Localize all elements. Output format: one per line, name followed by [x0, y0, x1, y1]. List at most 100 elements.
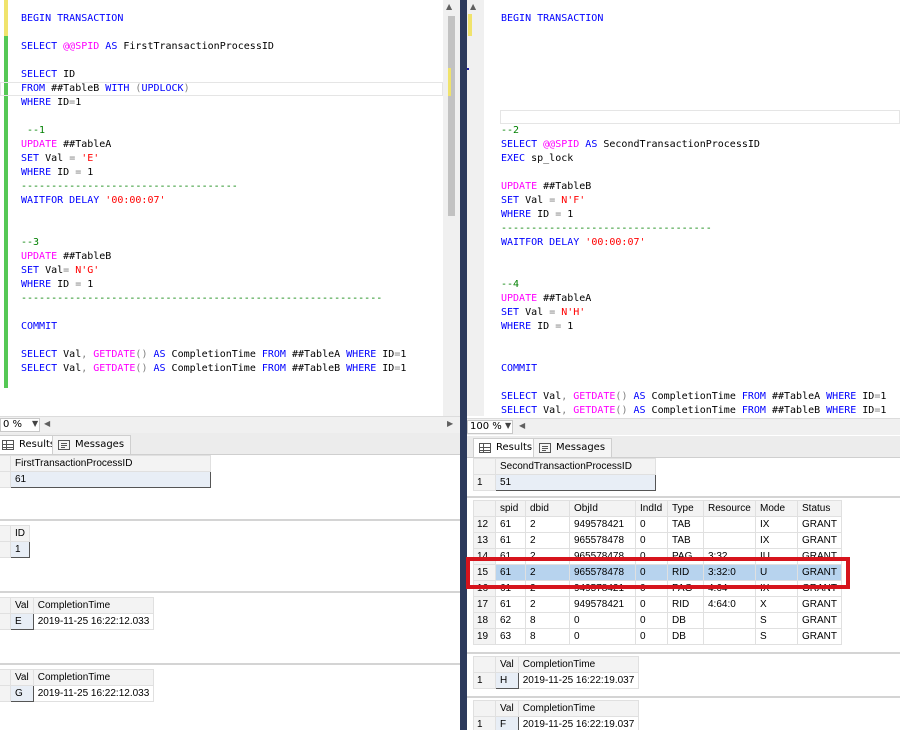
table-row[interactable]: 1 51 — [473, 474, 656, 491]
column-header[interactable]: CompletionTime — [32, 669, 155, 686]
grid-cell[interactable]: 2 — [525, 516, 570, 533]
grid-cell[interactable] — [703, 628, 756, 645]
grid-cell[interactable]: 61 — [495, 516, 526, 533]
grid-cell[interactable]: 0 — [569, 628, 636, 645]
row-number[interactable]: 1 — [0, 685, 11, 702]
row-number[interactable]: 19 — [473, 628, 496, 645]
row-number[interactable]: 1 — [473, 672, 496, 689]
grid-cell[interactable]: 949578421 — [569, 596, 636, 613]
grid-cell[interactable]: 3:32 — [703, 548, 756, 565]
scroll-right-arrow-icon[interactable]: ▶ — [447, 419, 453, 428]
spid-result-grid[interactable]: SecondTransactionProcessID 1 51 — [473, 458, 656, 491]
row-number[interactable]: 12 — [473, 516, 496, 533]
table-row[interactable]: 12 61 2 949578421 0 TAB IX GRANT — [473, 516, 842, 533]
column-header[interactable]: ObjId — [569, 500, 636, 517]
column-header[interactable]: spid — [495, 500, 526, 517]
grid-corner[interactable] — [473, 458, 496, 475]
grid-cell[interactable]: GRANT — [797, 548, 842, 565]
column-header[interactable]: Val — [495, 700, 519, 717]
grid-cell[interactable]: 0 — [569, 612, 636, 629]
grid-cell[interactable]: TAB — [667, 516, 704, 533]
grid-cell[interactable] — [703, 516, 756, 533]
table-row[interactable]: 1 F 2019-11-25 16:22:19.037 — [473, 716, 640, 730]
column-header[interactable]: dbid — [525, 500, 570, 517]
chevron-down-icon[interactable]: ▼ — [32, 419, 38, 428]
grid-corner[interactable] — [473, 500, 496, 517]
grid-cell[interactable]: 2 — [525, 532, 570, 549]
grid-cell[interactable]: 61 — [495, 564, 526, 581]
table-row[interactable]: 161 — [0, 471, 211, 488]
grid-cell[interactable]: 2 — [525, 564, 570, 581]
column-header[interactable]: CompletionTime — [32, 597, 155, 614]
left-query-editor[interactable]: BEGIN TRANSACTION SELECT @@SPID AS First… — [0, 0, 460, 416]
result-grid[interactable]: ValCompletionTime1G2019-11-25 16:22:12.0… — [0, 669, 155, 702]
scrollbar-thumb[interactable] — [448, 16, 455, 216]
grid-cell[interactable]: 3:32:0 — [703, 564, 756, 581]
grid-cell[interactable]: 2019-11-25 16:22:12.033 — [32, 613, 155, 630]
grid-corner[interactable] — [473, 656, 496, 673]
grid-cell[interactable]: 0 — [635, 628, 668, 645]
result-grid[interactable]: ValCompletionTime1E2019-11-25 16:22:12.0… — [0, 597, 155, 630]
scroll-left-arrow-icon[interactable]: ◀ — [44, 419, 50, 428]
chevron-down-icon[interactable]: ▼ — [505, 421, 511, 430]
grid-corner[interactable] — [0, 669, 11, 686]
tab-results[interactable]: Results — [473, 438, 540, 457]
tab-messages[interactable]: Messages — [52, 435, 132, 454]
result-grid[interactable]: ID11 — [0, 525, 30, 558]
grid-cell[interactable]: 0 — [635, 580, 668, 597]
grid-cell[interactable]: 8 — [525, 628, 570, 645]
grid-divider[interactable] — [0, 591, 460, 593]
row-number[interactable]: 14 — [473, 548, 496, 565]
table-row[interactable]: 13 61 2 965578478 0 TAB IX GRANT — [473, 532, 842, 549]
grid-cell[interactable] — [703, 532, 756, 549]
grid-cell[interactable]: TAB — [667, 532, 704, 549]
column-header[interactable]: CompletionTime — [517, 656, 640, 673]
grid-cell[interactable]: 949578421 — [569, 580, 636, 597]
grid-cell[interactable]: F — [495, 716, 519, 730]
grid-corner[interactable] — [473, 700, 496, 717]
grid-corner[interactable] — [0, 597, 11, 614]
grid-cell[interactable]: 62 — [495, 612, 526, 629]
grid-cell[interactable]: 0 — [635, 612, 668, 629]
grid-corner[interactable] — [0, 455, 11, 472]
grid-cell[interactable]: GRANT — [797, 612, 842, 629]
grid-cell[interactable]: S — [755, 612, 798, 629]
table-row[interactable]: 14 61 2 965578478 0 PAG 3:32 IU GRANT — [473, 548, 842, 565]
grid-cell[interactable]: GRANT — [797, 516, 842, 533]
grid-cell[interactable]: 1 — [10, 541, 30, 558]
grid-cell[interactable]: 965578478 — [569, 564, 636, 581]
grid-divider[interactable] — [0, 663, 460, 665]
lock-result-grid[interactable]: spid dbid ObjId IndId Type Resource Mode Status… — [473, 500, 842, 645]
grid-cell[interactable]: 61 — [495, 596, 526, 613]
grid-cell[interactable]: PAG — [667, 548, 704, 565]
column-header[interactable]: Val — [10, 597, 34, 614]
grid-cell[interactable]: G — [10, 685, 34, 702]
table-row[interactable]: 11 — [0, 541, 30, 558]
grid-cell[interactable]: IU — [755, 548, 798, 565]
grid-cell[interactable]: 61 — [495, 532, 526, 549]
column-header[interactable]: FirstTransactionProcessID — [10, 455, 211, 472]
row-number[interactable]: 15 — [473, 564, 496, 581]
grid-cell[interactable]: 965578478 — [569, 532, 636, 549]
grid-cell[interactable]: S — [755, 628, 798, 645]
table-row[interactable]: 1G2019-11-25 16:22:12.033 — [0, 685, 155, 702]
row-number[interactable]: 13 — [473, 532, 496, 549]
grid-cell[interactable]: X — [755, 596, 798, 613]
column-header[interactable]: SecondTransactionProcessID — [495, 458, 656, 475]
grid-corner[interactable] — [0, 525, 11, 542]
grid-cell[interactable]: 63 — [495, 628, 526, 645]
table-row[interactable]: 15 61 2 965578478 0 RID 3:32:0 U GRANT — [473, 564, 842, 581]
grid-cell[interactable]: GRANT — [797, 580, 842, 597]
grid-cell[interactable]: 0 — [635, 564, 668, 581]
result-grid[interactable]: Val CompletionTime 1 H 2019-11-25 16:22:19.0… — [473, 656, 640, 689]
column-header[interactable]: CompletionTime — [517, 700, 640, 717]
grid-cell[interactable]: RID — [667, 564, 704, 581]
column-header[interactable]: ID — [10, 525, 30, 542]
editor-left-scrollbar[interactable]: ▲ — [467, 0, 484, 416]
grid-cell[interactable]: 0 — [635, 516, 668, 533]
grid-cell[interactable]: 4:64 — [703, 580, 756, 597]
grid-cell[interactable]: 2019-11-25 16:22:19.037 — [517, 716, 640, 730]
grid-cell[interactable]: 61 — [10, 471, 211, 488]
row-number[interactable]: 16 — [473, 580, 496, 597]
table-row[interactable]: 16 61 2 949578421 0 PAG 4:64 IX GRANT — [473, 580, 842, 597]
